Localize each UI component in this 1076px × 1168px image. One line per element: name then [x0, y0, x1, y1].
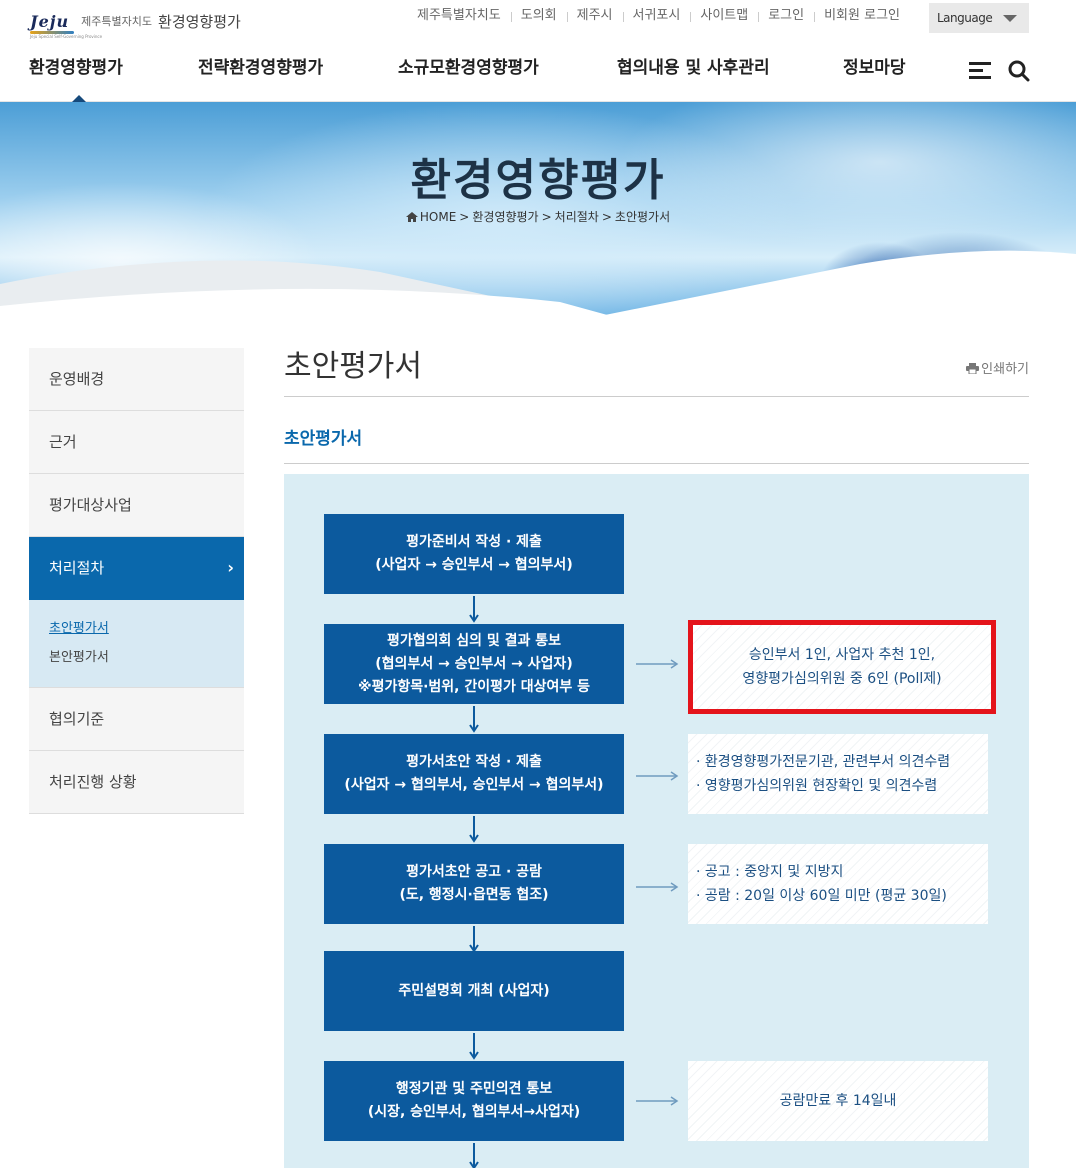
breadcrumb-item-procedure[interactable]: 처리절차 — [555, 210, 599, 224]
main-nav: 환경영향평가 전략환경영향평가 소규모환경영향평가 협의내용 및 사후관리 정보… — [0, 56, 1076, 103]
banner-title: 환경영향평가 — [410, 155, 666, 206]
hero-banner: 환경영향평가 HOME > 환경영향평가 > 처리절차 > 초안평가서 — [0, 102, 1076, 324]
util-link-sitemap[interactable]: 사이트맵 — [690, 6, 758, 26]
print-button[interactable]: 인쇄하기 — [966, 358, 1029, 377]
util-link-seogwipo[interactable]: 서귀포시 — [622, 6, 691, 26]
arrow-right-icon — [636, 771, 679, 781]
breadcrumb: HOME > 환경영향평가 > 처리절차 > 초안평가서 — [0, 208, 1076, 225]
util-link-council[interactable]: 도의회 — [510, 6, 567, 26]
sidebar-submenu: 초안평가서 본안평가서 — [29, 600, 244, 688]
arrow-down-icon — [469, 706, 479, 733]
sidebar-item-label: 처리절차 — [49, 559, 105, 577]
site-header: Jeju Jeju Special Self-Governing Provinc… — [0, 0, 1076, 103]
util-link-guest-login[interactable]: 비회원 로그인 — [814, 6, 910, 26]
flow-note-opinions: · 환경영향평가전문기관, 관련부서 의견수렴 · 영향평가심의위원 현장확인 … — [688, 734, 988, 814]
sidebar-item-procedure[interactable]: 처리절차 › — [29, 537, 244, 600]
util-link-jeju-city[interactable]: 제주시 — [566, 6, 623, 26]
breadcrumb-home[interactable]: HOME — [420, 210, 456, 224]
flow-note-deadline: 공람만료 후 14일내 — [688, 1061, 988, 1141]
arrow-right-icon — [636, 659, 679, 669]
gnb-item-consultation[interactable]: 협의내용 및 사후관리 — [617, 56, 770, 80]
search-icon[interactable] — [1008, 60, 1030, 82]
sidebar-item-basis[interactable]: 근거 — [29, 411, 244, 474]
util-link-login[interactable]: 로그인 — [758, 6, 814, 26]
language-select[interactable]: Language — [929, 3, 1029, 33]
logo-mark: Jeju — [30, 11, 70, 31]
home-icon — [405, 212, 418, 222]
gnb-item-strategic-eia[interactable]: 전략환경영향평가 — [198, 56, 323, 80]
print-icon — [966, 363, 980, 374]
breadcrumb-item-current: 초안평가서 — [614, 210, 671, 224]
sidebar-subitem-final[interactable]: 본안평가서 — [49, 643, 224, 672]
print-label: 인쇄하기 — [981, 362, 1029, 377]
gnb-item-small-eia[interactable]: 소규모환경영향평가 — [398, 56, 539, 80]
arrow-down-icon — [469, 926, 479, 953]
sidebar-subitem-draft[interactable]: 초안평가서 — [49, 614, 224, 643]
gnb-item-eia[interactable]: 환경영향평가 — [29, 56, 123, 103]
flow-step-5: 주민설명회 개최 (사업자) — [324, 951, 624, 1031]
arrow-down-icon — [469, 816, 479, 843]
process-flow-diagram: 평가준비서 작성 · 제출 (사업자 → 승인부서 → 협의부서) 평가협의회 … — [284, 474, 1029, 1168]
banner-wave-decoration — [0, 250, 1076, 324]
flow-step-6: 행정기관 및 주민의견 통보 (시장, 승인부서, 협의부서→사업자) — [324, 1061, 624, 1141]
menu-icon[interactable] — [969, 62, 991, 80]
chevron-down-icon — [1003, 15, 1017, 22]
sidebar-item-target-projects[interactable]: 평가대상사업 — [29, 474, 244, 537]
arrow-down-icon — [469, 596, 479, 623]
arrow-down-icon — [469, 1033, 479, 1060]
site-logo[interactable]: Jeju Jeju Special Self-Governing Provinc… — [30, 8, 241, 39]
arrow-down-icon — [469, 1143, 479, 1168]
gnb-item-info[interactable]: 정보마당 — [843, 56, 906, 80]
sidebar-item-background[interactable]: 운영배경 — [29, 348, 244, 411]
chevron-right-icon: › — [227, 558, 234, 577]
sidebar-nav: 운영배경 근거 평가대상사업 처리절차 › 초안평가서 본안평가서 협의기준 처… — [29, 348, 244, 814]
util-link-jeju-province[interactable]: 제주특별자치도 — [407, 6, 511, 26]
flow-step-4: 평가서초안 공고 · 공람 (도, 행정시·읍면동 협조) — [324, 844, 624, 924]
arrow-right-icon — [636, 882, 679, 892]
flow-step-2: 평가협의회 심의 및 결과 통보 (협의부서 → 승인부서 → 사업자) ※평가… — [324, 624, 624, 704]
logo-region: 제주특별자치도 — [81, 15, 153, 28]
flow-note-committee: 승인부서 1인, 사업자 추천 1인, 영향평가심의위원 중 6인 (Poll제… — [688, 620, 996, 714]
arrow-right-icon — [636, 1096, 679, 1106]
logo-name: 환경영향평가 — [158, 12, 241, 31]
breadcrumb-item-eia[interactable]: 환경영향평가 — [472, 210, 538, 224]
section-title: 초안평가서 — [284, 424, 1029, 464]
logo-subtitle: Jeju Special Self-Governing Province — [30, 33, 103, 39]
utility-links: 제주특별자치도 도의회 제주시 서귀포시 사이트맵 로그인 비회원 로그인 — [407, 6, 910, 26]
flow-note-notice: · 공고 : 중앙지 및 지방지 · 공람 : 20일 이상 60일 미만 (평… — [688, 844, 988, 924]
language-label: Language — [937, 11, 993, 25]
sidebar-item-progress[interactable]: 처리진행 상황 — [29, 751, 244, 814]
flow-step-3: 평가서초안 작성 · 제출 (사업자 → 협의부서, 승인부서 → 협의부서) — [324, 734, 624, 814]
page-title: 초안평가서 — [284, 340, 1029, 397]
flow-step-1: 평가준비서 작성 · 제출 (사업자 → 승인부서 → 협의부서) — [324, 514, 624, 594]
main-content: 초안평가서 인쇄하기 초안평가서 평가준비서 작성 · 제출 (사업자 → 승인… — [284, 340, 1029, 1168]
sidebar-item-criteria[interactable]: 협의기준 — [29, 688, 244, 751]
